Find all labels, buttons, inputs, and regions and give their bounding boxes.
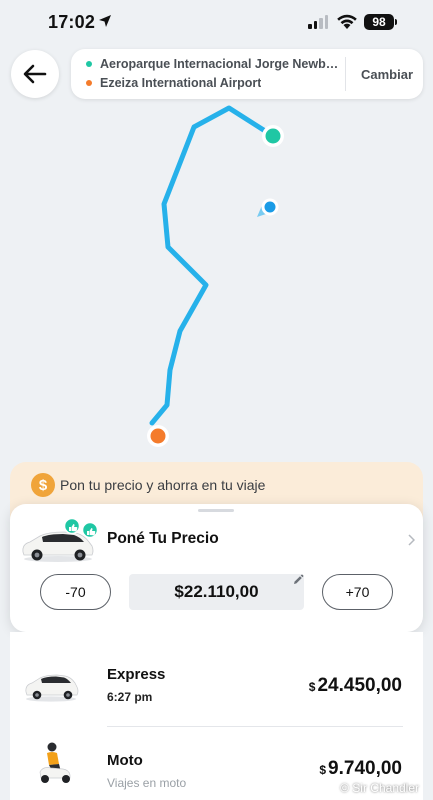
ride-option-name: Express: [107, 666, 166, 683]
currency-symbol: $: [319, 763, 327, 777]
car-icon: [25, 674, 79, 702]
destination-dot-icon: [86, 80, 92, 86]
list-divider: [107, 726, 403, 727]
battery-indicator: 98: [364, 14, 397, 30]
ride-option-eta: Viajes en moto: [107, 776, 187, 790]
wifi-icon: [337, 14, 357, 29]
ride-option-express[interactable]: Express 6:27 pm $24.450,00: [10, 632, 423, 716]
motorcycle-icon: [39, 742, 71, 783]
back-button[interactable]: [11, 50, 59, 98]
arrow-left-icon: [23, 64, 47, 84]
price-input[interactable]: $22.110,00: [129, 574, 304, 610]
destination-marker-icon: [147, 425, 169, 447]
origin-dot-icon: [86, 61, 92, 67]
ride-option-price: $9.740,00: [319, 758, 402, 780]
ride-option-eta: 6:27 pm: [107, 690, 153, 704]
origin-row[interactable]: Aeroparque Internacional Jorge Newbery: [86, 57, 342, 71]
current-location-icon: [257, 198, 279, 217]
route-line: [149, 105, 276, 426]
ride-option-name: Moto: [107, 752, 143, 769]
route-card-divider: [345, 57, 346, 91]
car-with-likes-icon: [22, 518, 99, 562]
watermark: © Sir Chandler: [340, 781, 419, 795]
route-card: Aeroparque Internacional Jorge Newbery E…: [71, 49, 423, 99]
ride-option-price-value: 24.450,00: [317, 675, 402, 696]
currency-symbol: $: [308, 680, 316, 694]
origin-text: Aeroparque Internacional Jorge Newbery: [100, 57, 342, 71]
change-route-button[interactable]: Cambiar: [351, 49, 423, 99]
pencil-icon: [294, 574, 304, 584]
ride-option-price: $24.450,00: [309, 675, 402, 697]
ride-option-price-value: 9.740,00: [328, 758, 402, 779]
ride-options-list: Express 6:27 pm $24.450,00 Moto Viajes e…: [10, 632, 423, 800]
set-price-title: Poné Tu Precio: [107, 530, 219, 547]
decrease-price-button[interactable]: -70: [40, 574, 111, 610]
route-map[interactable]: [0, 100, 433, 470]
destination-text: Ezeiza International Airport: [100, 76, 262, 90]
set-price-card[interactable]: Poné Tu Precio -70 $22.110,00 +70: [10, 504, 423, 632]
battery-level: 98: [372, 15, 386, 29]
location-arrow-icon: [99, 15, 111, 27]
cellular-signal-icon: [308, 15, 328, 29]
destination-row[interactable]: Ezeiza International Airport: [86, 76, 261, 90]
drag-handle[interactable]: [198, 509, 234, 512]
increase-price-button[interactable]: +70: [322, 574, 393, 610]
promo-text: Pon tu precio y ahorra en tu viaje: [60, 477, 266, 493]
status-bar: 17:02 98: [0, 0, 433, 46]
origin-marker-icon: [262, 125, 284, 147]
dollar-coin-icon: $: [31, 473, 55, 497]
status-time: 17:02: [48, 12, 96, 32]
chevron-right-icon[interactable]: [408, 534, 415, 546]
